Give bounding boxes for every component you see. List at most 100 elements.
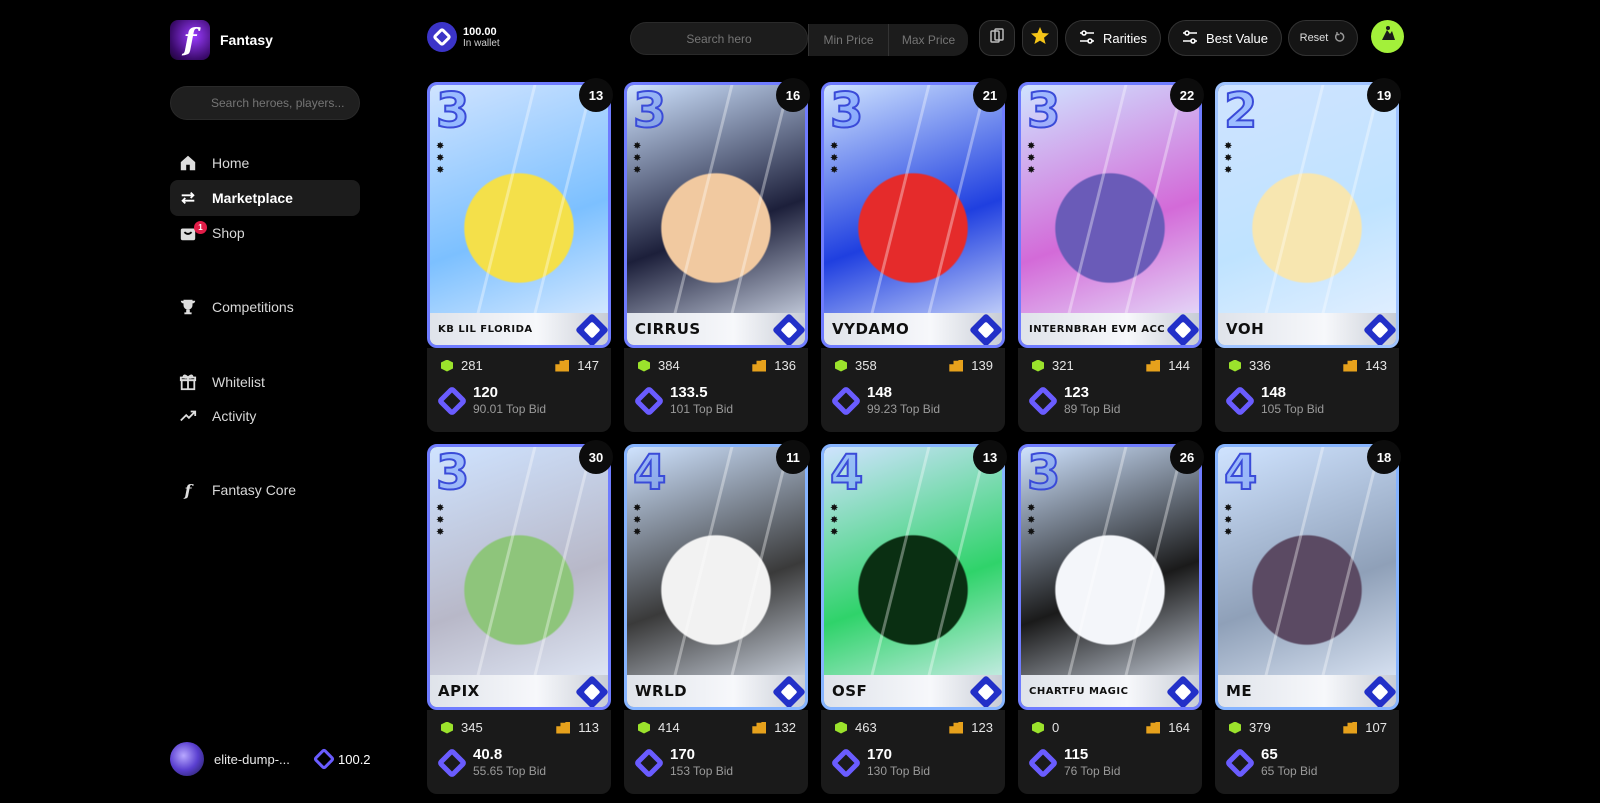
hero-card[interactable]: 4 ✸ ✸ ✸ Wrld 11 414 132: [624, 440, 810, 794]
hero-card[interactable]: 3 ✸ ✸ ✸ Vydamo 21 358 139: [821, 78, 1007, 432]
hero-card-art[interactable]: 4 ✸ ✸ ✸ Me: [1215, 444, 1399, 710]
reset-button[interactable]: Reset: [1288, 20, 1358, 56]
rarity-stars: ✸ ✸ ✸: [1027, 141, 1036, 176]
hero-card[interactable]: 3 ✸ ✸ ✸ KB Lil Florida 13 281 147: [427, 78, 613, 432]
hero-price: 148 105 Top Bid: [1224, 384, 1324, 417]
sidebar-item-activity[interactable]: Activity: [170, 398, 360, 434]
hero-card-art[interactable]: 3 ✸ ✸ ✸ Vydamo: [821, 82, 1005, 348]
top-bid: 105 Top Bid: [1261, 402, 1324, 417]
hero-level-badge: 22: [1170, 78, 1204, 112]
sidebar-item-home[interactable]: Home: [170, 145, 360, 181]
hero-card-info: 345 113 40.8 55.65 Top Bid: [427, 710, 611, 794]
sidebar-item-fantasy-core[interactable]: f Fantasy Core: [170, 472, 360, 508]
hero-card-art[interactable]: 4 ✸ ✸ ✸ OSF: [821, 444, 1005, 710]
top-bid-value: 130: [867, 764, 888, 778]
sidebar-item-competitions[interactable]: Competitions: [170, 289, 360, 325]
hero-price: 133.5 101 Top Bid: [633, 384, 733, 417]
wallet-balance[interactable]: 100.00 In wallet: [427, 22, 500, 52]
hero-card[interactable]: 2 ✸ ✸ ✸ Voh 19 336 143: [1215, 78, 1401, 432]
building-icon: [556, 721, 571, 734]
rarity-stars: ✸ ✸ ✸: [830, 503, 839, 538]
top-bid-value: 101: [670, 402, 691, 416]
top-bid-label: Top Bid: [890, 764, 931, 778]
cards-view-button[interactable]: [979, 20, 1015, 56]
top-bid: 89 Top Bid: [1064, 402, 1120, 417]
sidebar-item-label: Shop: [212, 225, 245, 241]
sidebar-item-whitelist[interactable]: Whitelist: [170, 364, 360, 400]
building-icon: [1146, 721, 1161, 734]
top-bid-label: Top Bid: [506, 764, 547, 778]
gem-icon: [830, 384, 862, 417]
profile-button[interactable]: [1371, 20, 1404, 53]
rarity-rank: 3: [632, 83, 667, 139]
gift-icon: [178, 372, 198, 392]
sidebar-item-label: Competitions: [212, 299, 294, 315]
user-profile[interactable]: elite-dump-... 100.2: [170, 742, 371, 776]
hero-card-art[interactable]: 4 ✸ ✸ ✸ Wrld: [624, 444, 808, 710]
hero-card-info: 336 143 148 105 Top Bid: [1215, 348, 1399, 432]
hero-price-value: 148: [867, 384, 893, 401]
gem-icon: [1224, 746, 1256, 779]
hero-stars-value: 384: [658, 358, 680, 373]
hero-stars-value: 321: [1052, 358, 1074, 373]
hero-price: 170 153 Top Bid: [633, 746, 733, 779]
hero-stars-stat: 336: [1229, 358, 1271, 373]
rarity-rank: 2: [1223, 83, 1258, 139]
hero-card-art[interactable]: 2 ✸ ✸ ✸ Voh: [1215, 82, 1399, 348]
avatar[interactable]: [170, 742, 204, 776]
hero-score-stat: 123: [949, 720, 993, 735]
hero-score-value: 144: [1168, 358, 1190, 373]
search-hero-input[interactable]: [630, 22, 808, 55]
min-price-input[interactable]: [808, 24, 888, 56]
top-bid-label: Top Bid: [900, 402, 941, 416]
building-icon: [752, 721, 767, 734]
top-bid-label: Top Bid: [693, 402, 734, 416]
top-bid-label: Top Bid: [1277, 764, 1318, 778]
user-balance-value: 100.2: [338, 751, 371, 767]
hero-card-info: 379 107 65 65 Top Bid: [1215, 710, 1399, 794]
hero-card[interactable]: 3 ✸ ✸ ✸ Apix 30 345 113: [427, 440, 613, 794]
hexagon-icon: [638, 721, 650, 734]
favorites-button[interactable]: [1022, 20, 1058, 56]
rarities-label: Rarities: [1102, 30, 1148, 46]
reset-icon: [1334, 31, 1346, 46]
hero-price: 120 90.01 Top Bid: [436, 384, 546, 417]
hero-card[interactable]: 3 ✸ ✸ ✸ Chartfu Magic 26 0 164: [1018, 440, 1204, 794]
rarity-rank: 3: [435, 83, 470, 139]
hero-card-info: 0 164 115 76 Top Bid: [1018, 710, 1202, 794]
rarity-stars: ✸ ✸ ✸: [1224, 141, 1233, 176]
hero-score-stat: 139: [949, 358, 993, 373]
hero-card-art[interactable]: 3 ✸ ✸ ✸ Apix: [427, 444, 611, 710]
top-bid-value: 90.01: [473, 402, 504, 416]
building-icon: [1343, 721, 1358, 734]
hero-card[interactable]: 3 ✸ ✸ ✸ Cirrus 16 384 136: [624, 78, 810, 432]
hero-stars-value: 336: [1249, 358, 1271, 373]
hero-level-badge: 21: [973, 78, 1007, 112]
rarity-stars: ✸ ✸ ✸: [830, 141, 839, 176]
hero-stars-value: 463: [855, 720, 877, 735]
hero-card-art[interactable]: 3 ✸ ✸ ✸ KB Lil Florida: [427, 82, 611, 348]
sidebar-search-input[interactable]: [170, 86, 360, 120]
sort-button[interactable]: Best Value: [1168, 20, 1282, 56]
hero-price-value: 170: [670, 746, 696, 763]
hero-card[interactable]: 4 ✸ ✸ ✸ Me 18 379 107: [1215, 440, 1401, 794]
hero-card-art[interactable]: 3 ✸ ✸ ✸ Cirrus: [624, 82, 808, 348]
hero-card[interactable]: 4 ✸ ✸ ✸ OSF 13 463 123 170 130 Top Bid: [821, 440, 1007, 794]
shop-badge: 1: [194, 221, 207, 234]
marketplace-app: { "brand": {"name": "Fantasy", "logo_let…: [0, 0, 1600, 803]
hero-card-art[interactable]: 3 ✸ ✸ ✸ Chartfu Magic: [1018, 444, 1202, 710]
hero-card-art[interactable]: 3 ✸ ✸ ✸ Internbrah EVM Acc: [1018, 82, 1202, 348]
hero-score-value: 123: [971, 720, 993, 735]
top-bid: 101 Top Bid: [670, 402, 733, 417]
rarities-button[interactable]: Rarities: [1065, 20, 1161, 56]
max-price-input[interactable]: [888, 24, 968, 56]
hexagon-icon: [835, 359, 847, 372]
sidebar-item-shop[interactable]: 1 Shop: [170, 215, 360, 251]
sidebar-item-marketplace[interactable]: Marketplace: [170, 180, 360, 216]
hero-score-value: 164: [1168, 720, 1190, 735]
brand[interactable]: f Fantasy: [170, 20, 273, 60]
hero-score-stat: 164: [1146, 720, 1190, 735]
hero-card[interactable]: 3 ✸ ✸ ✸ Internbrah EVM Acc 22 321 144: [1018, 78, 1204, 432]
gem-icon: [312, 747, 336, 771]
hero-price-value: 120: [473, 384, 499, 401]
